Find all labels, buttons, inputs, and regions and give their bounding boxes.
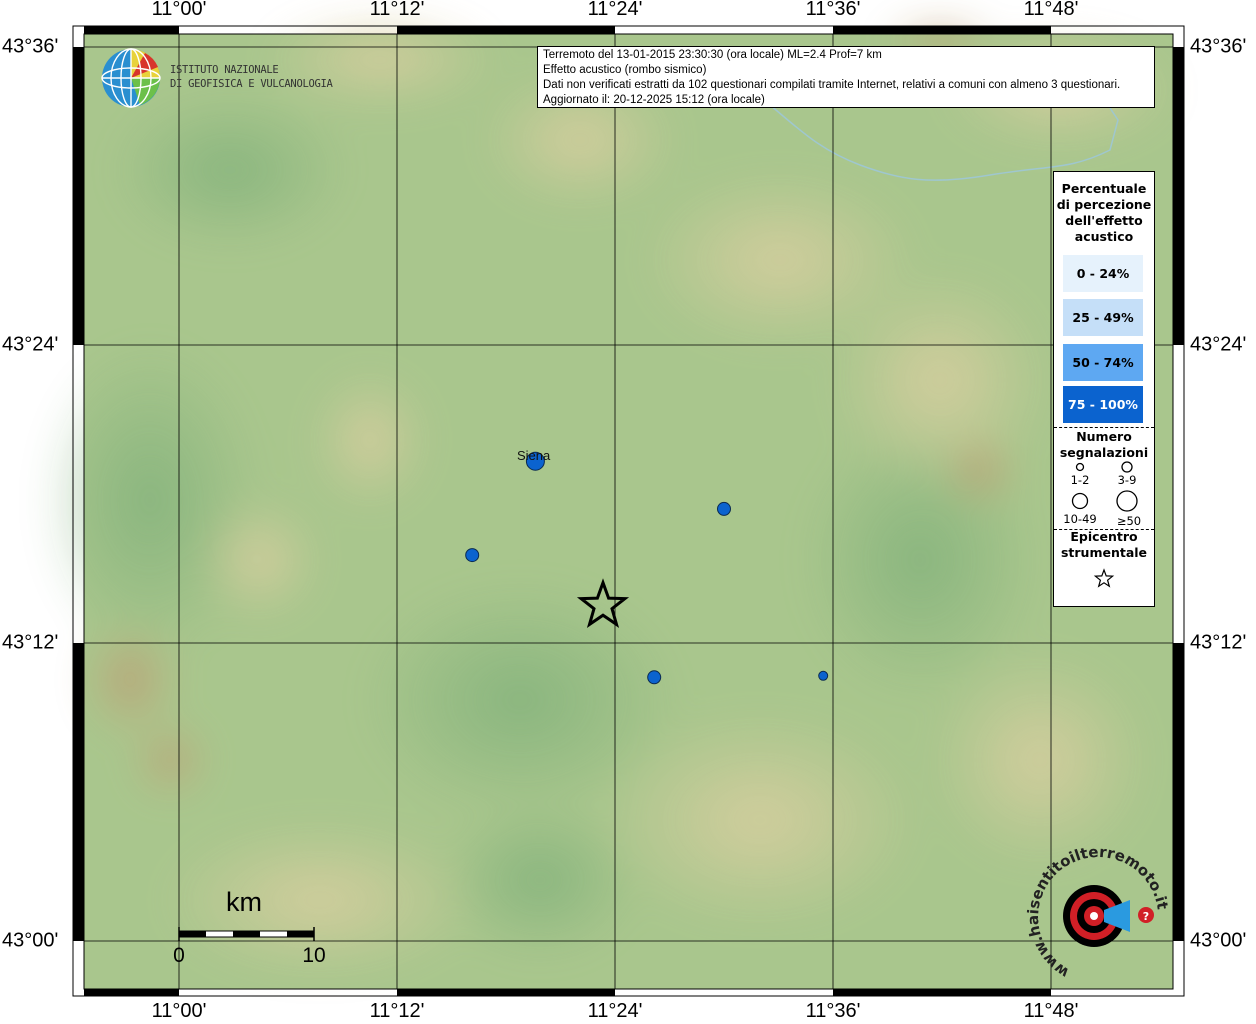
legend-title-4: acustico <box>1074 229 1134 244</box>
legend-epicenter-title-1: Epicentro <box>1070 529 1138 544</box>
lon-tick-bottom-1: 11°00' <box>151 1000 207 1022</box>
legend-epicenter-title-2: strumentale <box>1060 545 1148 560</box>
lon-tick-bottom-5: 11°48' <box>1023 1000 1079 1022</box>
event-info-line-3: Dati non verificati estratti da 102 ques… <box>543 79 1121 91</box>
scale-start-label: 0 <box>173 944 185 967</box>
legend-star-icon <box>1093 568 1115 588</box>
site-marker-5 <box>818 670 829 681</box>
lon-tick-top-4: 11°36' <box>805 0 861 20</box>
lon-tick-bottom-3: 11°24' <box>587 1000 643 1022</box>
event-info-line-1: Terremoto del 13-01-2015 23:30:30 (ora l… <box>543 49 882 61</box>
legend-separator-1 <box>1054 427 1154 428</box>
lon-tick-bottom-4: 11°36' <box>805 1000 861 1022</box>
event-info-line-4: Aggiornato il: 20-12-2025 15:12 (ora loc… <box>543 94 765 106</box>
event-info-line-2: Effetto acustico (rombo sismico) <box>543 64 707 76</box>
legend-count-50-plus: ≥50 <box>1116 514 1142 528</box>
lat-tick-right-3: 43°12' <box>1190 631 1247 654</box>
macroseismic-map: ? www.haisentitoilterremoto.it 11°00' 11… <box>0 0 1256 1024</box>
lon-tick-top-5: 11°48' <box>1023 0 1079 20</box>
lon-tick-top-3: 11°24' <box>587 0 643 20</box>
lon-tick-top-2: 11°12' <box>369 0 425 20</box>
legend-count-symbols <box>1071 461 1138 512</box>
legend-title-3: dell'effetto <box>1065 213 1143 228</box>
site-marker-1 <box>717 501 731 516</box>
lon-tick-top-1: 11°00' <box>151 0 207 20</box>
terrain-background <box>40 10 1180 989</box>
site-marker-3 <box>465 548 480 563</box>
legend-count-title-1: Numero <box>1076 429 1132 444</box>
lat-tick-left-4: 43°00' <box>2 929 59 952</box>
lat-tick-right-2: 43°24' <box>1190 333 1247 356</box>
lat-tick-left-2: 43°24' <box>2 333 59 356</box>
ingv-line-2: DI GEOFISICA E VULCANOLOGIA <box>170 78 333 90</box>
legend-class-75-100: 75 - 100% <box>1063 386 1143 423</box>
legend-count-3-9: 3-9 <box>1117 473 1137 487</box>
legend-class-0-24: 0 - 24% <box>1063 255 1143 292</box>
site-marker-4 <box>647 670 662 685</box>
legend-title-2: di percezione <box>1056 197 1152 212</box>
event-info-box: Terremoto del 13-01-2015 23:30:30 (ora l… <box>537 46 1155 108</box>
scale-end-label: 10 <box>302 944 326 967</box>
lat-tick-right-4: 43°00' <box>1190 929 1247 952</box>
legend: Percentuale di percezione dell'effetto a… <box>1053 171 1155 607</box>
ingv-institute-name: ISTITUTO NAZIONALE DI GEOFISICA E VULCAN… <box>170 63 333 91</box>
legend-class-50-74: 50 - 74% <box>1063 344 1143 381</box>
lon-tick-bottom-2: 11°12' <box>369 1000 425 1022</box>
svg-text:?: ? <box>1143 910 1149 923</box>
lat-tick-left-3: 43°12' <box>2 631 59 654</box>
scale-unit-label: km <box>226 887 262 917</box>
legend-count-1-2: 1-2 <box>1070 473 1090 487</box>
legend-count-10-49: 10-49 <box>1063 512 1097 526</box>
city-label-siena: Siena <box>517 448 551 463</box>
ingv-line-1: ISTITUTO NAZIONALE <box>170 64 279 76</box>
lat-tick-left-1: 43°36' <box>2 35 59 58</box>
legend-title-1: Percentuale <box>1061 181 1147 196</box>
legend-class-25-49: 25 - 49% <box>1063 299 1143 336</box>
lat-tick-right-1: 43°36' <box>1190 35 1247 58</box>
